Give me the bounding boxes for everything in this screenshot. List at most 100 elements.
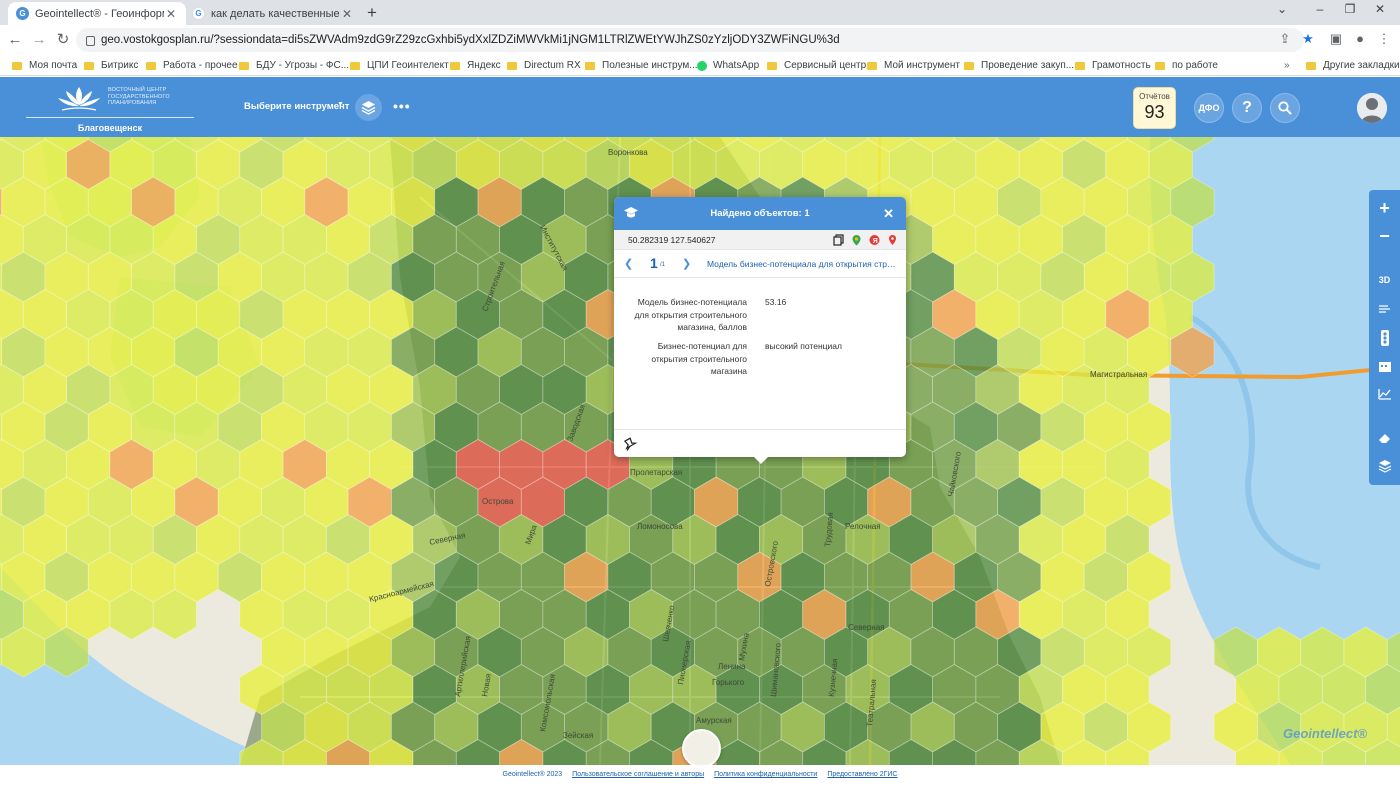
folder-icon — [507, 61, 517, 70]
new-tab-button[interactable]: + — [362, 3, 382, 23]
menu-icon[interactable]: ⋮ — [1375, 31, 1393, 47]
share-icon[interactable]: ⇪ — [1276, 31, 1294, 47]
maximize-icon[interactable]: ❐ — [1340, 2, 1360, 16]
bookmark-item[interactable]: Directum RX — [507, 58, 581, 73]
street-label: Воронкова — [608, 148, 648, 157]
layer-name[interactable]: Модель бизнес-потенциала для открытия ст… — [707, 259, 900, 269]
bookmark-item[interactable]: Битрикс — [84, 58, 138, 73]
forward-icon[interactable]: → — [30, 31, 48, 49]
more-options-icon[interactable]: ••• — [393, 98, 411, 114]
window-close-icon[interactable]: ✕ — [1370, 2, 1390, 16]
close-icon[interactable]: ✕ — [340, 7, 354, 21]
footer-copyright: Geointellect® 2023 — [502, 771, 563, 778]
profile-icon[interactable]: ● — [1351, 31, 1369, 46]
street-label: Северная — [848, 623, 884, 632]
lotus-logo-icon — [58, 87, 100, 111]
tool-selector[interactable]: Выберите инструмент — [244, 101, 349, 112]
user-avatar[interactable] — [1357, 93, 1387, 123]
folder-icon — [84, 61, 94, 70]
bookmark-item[interactable]: Грамотность — [1075, 58, 1151, 73]
bookmark-star-icon[interactable]: ★ — [1299, 31, 1317, 47]
bookmark-item[interactable]: БДУ - Угрозы - ФС... — [239, 58, 349, 73]
reload-icon[interactable]: ↻ — [54, 31, 72, 49]
coordinates-row: 50.282319 127.540627 Я — [614, 230, 906, 250]
layers-stack-icon[interactable] — [1369, 454, 1400, 478]
chart-icon[interactable] — [1369, 382, 1400, 406]
bookmark-item[interactable]: Яндекс — [450, 58, 501, 73]
user-icon — [1357, 93, 1387, 123]
bookmark-item[interactable]: ЦПИ Геоинтелект — [350, 58, 449, 73]
folder-icon — [12, 61, 22, 70]
search-icon — [1278, 101, 1292, 115]
minimize-icon[interactable]: – — [1310, 2, 1330, 16]
city-name: Благовещенск — [77, 123, 143, 133]
map-canvas[interactable]: Воронкова Институтская Строительная Заво… — [0, 137, 1400, 765]
logo-divider — [26, 117, 194, 118]
tab-search-icon[interactable]: ⌄ — [1272, 2, 1292, 16]
eraser-icon[interactable] — [1369, 426, 1400, 450]
logo[interactable]: ВОСТОЧНЫЙ ЦЕНТР ГОСУДАРСТВЕННОГО ПЛАНИРО… — [26, 81, 194, 133]
bookmark-other[interactable]: Другие закладки — [1306, 58, 1400, 73]
pin-icon[interactable] — [623, 437, 637, 451]
attribution-link[interactable]: Предоставлено 2ГИС — [827, 771, 897, 778]
bookmark-item[interactable]: Проведение закуп... — [964, 58, 1074, 73]
folder-icon — [350, 61, 360, 70]
popup-title: Найдено объектов: 1 — [710, 208, 810, 219]
browser-tab-active[interactable]: G Geointellect® - Геоинформацио ✕ — [8, 2, 186, 25]
bookmark-item[interactable]: WhatsApp — [697, 58, 759, 73]
folder-icon — [867, 61, 877, 70]
reports-counter[interactable]: Отчётов 93 — [1133, 87, 1176, 129]
folder-icon — [585, 61, 595, 70]
attribute-key: Бизнес-потенциал для открытия строительн… — [651, 341, 747, 376]
minimap-button[interactable] — [682, 729, 721, 765]
map-pin-icon[interactable] — [887, 234, 898, 246]
address-bar[interactable]: geo.vostokgosplan.ru/?sessiondata=di5sZW… — [76, 28, 1304, 52]
bookmarks-bar: Моя почта Битрикс Работа - прочее БДУ - … — [0, 55, 1400, 76]
terms-link[interactable]: Пользовательское соглашение и авторы — [572, 771, 704, 778]
privacy-link[interactable]: Политика конфиденциальности — [714, 771, 817, 778]
copy-icon[interactable] — [833, 234, 844, 246]
bookmark-item[interactable]: Полезные инструм... — [585, 58, 698, 73]
attribute-key: Модель бизнес-потенциала для открытия ст… — [634, 297, 747, 332]
bookmarks-overflow-icon[interactable]: » — [1284, 58, 1290, 73]
bookmark-item[interactable]: Сервисный центр — [767, 58, 866, 73]
layers-icon — [361, 101, 376, 115]
close-icon[interactable]: ✕ — [883, 206, 894, 222]
google-favicon-icon: G — [192, 7, 205, 20]
geointellect-watermark: Geointellect® — [1283, 726, 1367, 741]
folder-icon — [1306, 61, 1316, 70]
help-button[interactable]: ? — [1232, 93, 1262, 123]
chevron-left-icon[interactable]: ❮ — [624, 257, 633, 270]
bookmark-item[interactable]: Моя почта — [12, 58, 77, 73]
search-button[interactable] — [1270, 93, 1300, 123]
bookmark-item[interactable]: по работе — [1155, 58, 1218, 73]
popup-pointer — [752, 455, 770, 464]
page-number: 1 — [650, 255, 658, 271]
folder-icon — [450, 61, 460, 70]
folder-icon — [767, 61, 777, 70]
geointellect-favicon-icon: G — [16, 7, 29, 20]
address-url: geo.vostokgosplan.ru/?sessiondata=di5sZW… — [101, 34, 840, 46]
close-icon[interactable]: ✕ — [164, 7, 178, 21]
dfo-button[interactable]: ДФО — [1194, 93, 1224, 123]
bookmark-item[interactable]: Работа - прочее — [146, 58, 238, 73]
tab-title: как делать качественные снимк — [211, 7, 340, 20]
browser-tab[interactable]: G как делать качественные снимк ✕ — [184, 2, 362, 25]
google-maps-icon[interactable] — [851, 234, 862, 246]
side-panel-icon[interactable]: ▣ — [1327, 31, 1345, 47]
traffic-light-icon[interactable] — [1369, 326, 1400, 350]
chevron-right-icon[interactable]: ❯ — [682, 257, 691, 270]
street-label: Острова — [482, 497, 514, 506]
lock-icon — [86, 36, 95, 46]
layers-button[interactable] — [355, 94, 382, 121]
yandex-icon[interactable]: Я — [869, 234, 880, 246]
zoom-in-button[interactable]: + — [1369, 196, 1400, 220]
building-icon[interactable] — [1369, 354, 1400, 378]
caret-down-icon[interactable]: ▼ — [337, 101, 344, 108]
wind-icon[interactable] — [1369, 296, 1400, 320]
reports-count: 93 — [1144, 102, 1165, 122]
bookmark-item[interactable]: Мой инструмент — [867, 58, 960, 73]
zoom-out-button[interactable]: − — [1369, 224, 1400, 248]
3d-view-button[interactable]: 3D — [1369, 268, 1400, 292]
back-icon[interactable]: ← — [6, 31, 24, 49]
